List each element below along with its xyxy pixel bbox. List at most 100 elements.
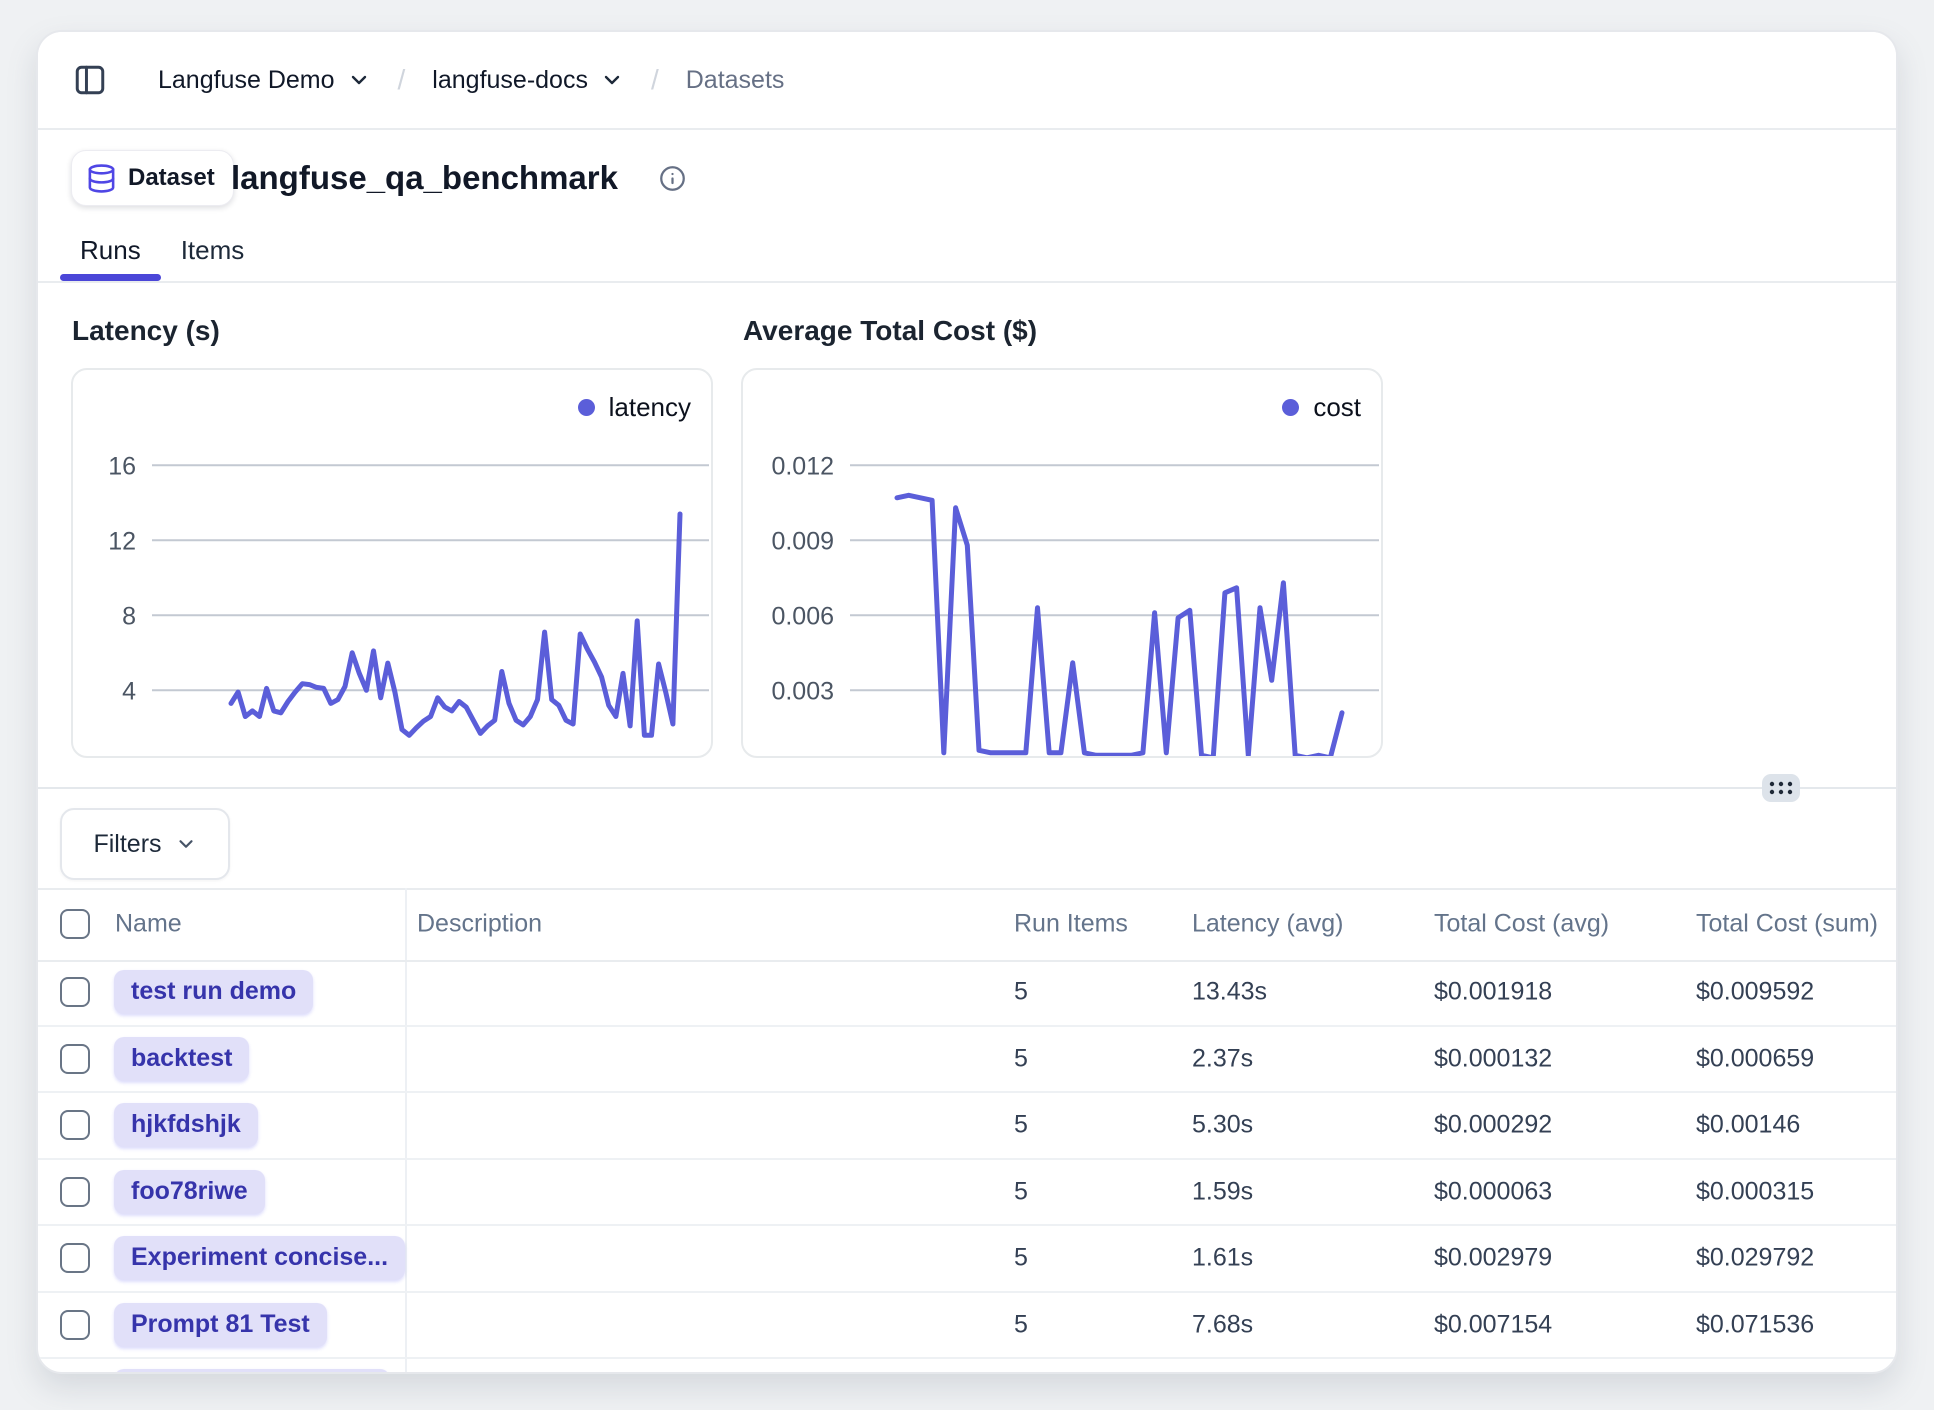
row-checkbox[interactable] xyxy=(60,1044,90,1074)
total-cost-sum-cell: $0.000659 xyxy=(1696,1044,1814,1073)
table-header: Name Description Run Items Latency (avg)… xyxy=(38,888,1896,960)
total-cost-avg-cell: $0.001918 xyxy=(1434,978,1552,1007)
latency-avg-cell: 2.37s xyxy=(1192,1044,1253,1073)
row-checkbox[interactable] xyxy=(60,977,90,1007)
run-items-cell: 5 xyxy=(1014,1244,1028,1273)
column-header-total-cost-avg: Total Cost (avg) xyxy=(1434,910,1609,939)
cost-chart-title: Average Total Cost ($) xyxy=(743,315,1037,347)
legend-dot-icon xyxy=(1282,399,1299,416)
latency-series-line xyxy=(231,514,680,735)
column-header-run-items: Run Items xyxy=(1014,910,1128,939)
y-axis-tick-label: 8 xyxy=(122,602,136,630)
y-axis-tick-label: 16 xyxy=(108,452,136,480)
table-row[interactable]: backtest 5 2.37s $0.000132 $0.000659 xyxy=(38,1027,1896,1094)
breadcrumb-section-label: Datasets xyxy=(686,66,785,95)
run-name-badge[interactable]: hjkfdshjk xyxy=(114,1103,258,1147)
latency-chart-title: Latency (s) xyxy=(72,315,220,347)
chevron-down-icon xyxy=(347,68,371,92)
cost-series-line xyxy=(897,495,1342,758)
breadcrumb-org[interactable]: Langfuse Demo xyxy=(158,66,371,95)
total-cost-avg-cell: $0.000132 xyxy=(1434,1044,1552,1073)
tab-runs[interactable]: Runs xyxy=(60,221,161,281)
legend-label: cost xyxy=(1313,392,1361,423)
latency-chart-legend: latency xyxy=(578,392,691,423)
drag-handle[interactable] xyxy=(1762,774,1800,802)
breadcrumb-org-label: Langfuse Demo xyxy=(158,66,335,95)
y-axis-tick-label: 0.003 xyxy=(771,677,834,705)
select-all-checkbox[interactable] xyxy=(60,909,90,939)
table-row[interactable]: Experiment concise... 5 1.61s $0.002979 $0.0… xyxy=(38,1226,1896,1293)
total-cost-sum-cell: $0.000315 xyxy=(1696,1177,1814,1206)
chevron-down-icon xyxy=(175,833,197,855)
row-checkbox[interactable] xyxy=(60,1310,90,1340)
info-icon[interactable] xyxy=(659,165,686,192)
tab-items[interactable]: Items xyxy=(161,221,265,281)
table-row[interactable]: Prompt 81 Test 5 7.68s $0.007154 $0.071536 xyxy=(38,1293,1896,1360)
chevron-down-icon xyxy=(600,68,624,92)
total-cost-sum-cell: $0.009592 xyxy=(1696,978,1814,1007)
y-axis-tick-label: 0.009 xyxy=(771,527,834,555)
table-row[interactable]: hjkfdshjk 5 5.30s $0.000292 $0.00146 xyxy=(38,1093,1896,1160)
run-items-cell: 5 xyxy=(1014,1044,1028,1073)
run-items-cell: 5 xyxy=(1014,978,1028,1007)
column-header-total-cost-sum: Total Cost (sum) xyxy=(1696,910,1878,939)
dataset-badge-label: Dataset xyxy=(128,164,215,192)
main-panel: Langfuse Demo / langfuse-docs / Datasets… xyxy=(36,30,1898,1374)
total-cost-sum-cell: $0.029792 xyxy=(1696,1244,1814,1273)
y-axis-tick-label: 4 xyxy=(122,677,136,705)
tab-bar: RunsItems xyxy=(60,221,264,281)
run-name-badge[interactable]: backtest xyxy=(114,1037,249,1081)
cost-chart-card: 0.012 0.009 0.006 0.003 cost xyxy=(741,368,1383,758)
breadcrumb-project[interactable]: langfuse-docs xyxy=(432,66,624,95)
run-name-badge[interactable]: foo78riwe xyxy=(114,1170,265,1214)
latency-chart-card: 16 12 8 4 latency xyxy=(71,368,713,758)
row-checkbox[interactable] xyxy=(60,1243,90,1273)
latency-line-chart: 16 12 8 4 xyxy=(73,370,713,758)
section-resize-divider[interactable] xyxy=(38,787,1896,789)
breadcrumb-separator: / xyxy=(651,64,659,96)
row-checkbox[interactable] xyxy=(60,1177,90,1207)
sidebar-toggle-button[interactable] xyxy=(72,62,108,98)
table-body: test run demo 5 13.43s $0.001918 $0.009592 ba… xyxy=(38,960,1896,1374)
breadcrumb-section: Datasets xyxy=(686,66,785,95)
cost-line-chart: 0.012 0.009 0.006 0.003 xyxy=(743,370,1383,758)
run-items-cell: 5 xyxy=(1014,1177,1028,1206)
table-row[interactable]: test run demo 5 13.43s $0.001918 $0.009592 xyxy=(38,960,1896,1027)
column-header-latency-avg: Latency (avg) xyxy=(1192,910,1343,939)
y-axis-tick-label: 12 xyxy=(108,527,136,555)
latency-avg-cell: 5.30s xyxy=(1192,1111,1253,1140)
latency-avg-cell: 1.61s xyxy=(1192,1244,1253,1273)
run-items-cell: 5 xyxy=(1014,1111,1028,1140)
total-cost-avg-cell: $0.002979 xyxy=(1434,1244,1552,1273)
column-header-description: Description xyxy=(417,910,542,939)
latency-avg-cell: 7.68s xyxy=(1192,1310,1253,1339)
breadcrumb-project-label: langfuse-docs xyxy=(432,66,588,95)
latency-avg-cell: 13.43s xyxy=(1192,978,1267,1007)
run-name-badge[interactable] xyxy=(114,1369,390,1374)
database-icon xyxy=(86,163,117,194)
y-axis-tick-label: 0.012 xyxy=(771,452,834,480)
total-cost-sum-cell: $0.071536 xyxy=(1696,1310,1814,1339)
dataset-type-badge: Dataset xyxy=(71,150,234,206)
total-cost-avg-cell: $0.007154 xyxy=(1434,1310,1552,1339)
cost-chart-legend: cost xyxy=(1282,392,1361,423)
run-name-badge[interactable]: Experiment concise... xyxy=(114,1236,405,1280)
breadcrumb-bar: Langfuse Demo / langfuse-docs / Datasets xyxy=(38,32,1896,128)
run-name-badge[interactable]: test run demo xyxy=(114,970,313,1014)
filters-button[interactable]: Filters xyxy=(60,808,230,880)
run-name-badge[interactable]: Prompt 81 Test xyxy=(114,1303,327,1347)
total-cost-avg-cell: $0.000292 xyxy=(1434,1111,1552,1140)
filters-button-label: Filters xyxy=(93,830,161,859)
table-row-partial[interactable] xyxy=(38,1359,1896,1374)
panel-left-icon xyxy=(73,63,107,97)
y-axis-tick-label: 0.006 xyxy=(771,602,834,630)
latency-avg-cell: 1.59s xyxy=(1192,1177,1253,1206)
total-cost-sum-cell: $0.00146 xyxy=(1696,1111,1800,1140)
table-row[interactable]: foo78riwe 5 1.59s $0.000063 $0.000315 xyxy=(38,1160,1896,1227)
legend-dot-icon xyxy=(578,399,595,416)
row-checkbox[interactable] xyxy=(60,1110,90,1140)
total-cost-avg-cell: $0.000063 xyxy=(1434,1177,1552,1206)
drag-handle-icon xyxy=(1768,779,1794,797)
run-items-cell: 5 xyxy=(1014,1310,1028,1339)
page-title: langfuse_qa_benchmark xyxy=(231,159,618,197)
